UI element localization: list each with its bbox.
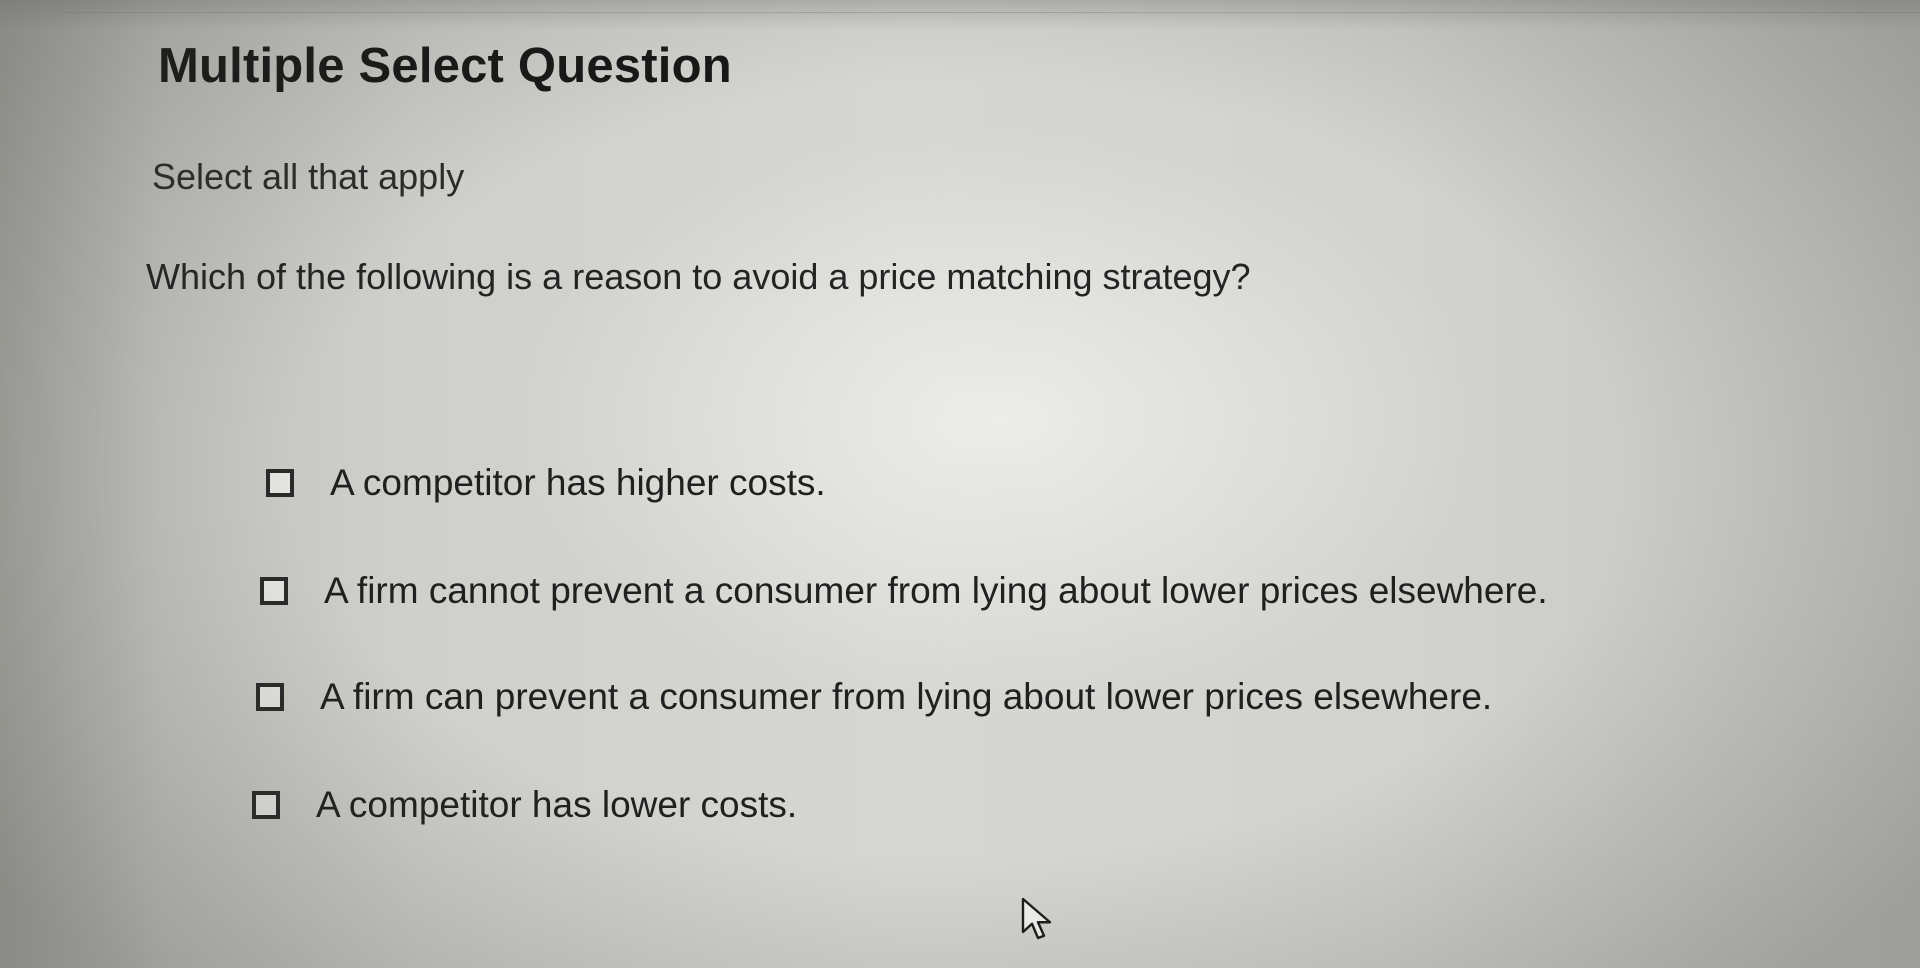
checkbox-icon[interactable] bbox=[260, 577, 288, 605]
answer-option-label: A competitor has higher costs. bbox=[330, 462, 826, 503]
answer-option-3[interactable]: A firm can prevent a consumer from lying… bbox=[256, 676, 1492, 718]
question-type-title: Multiple Select Question bbox=[158, 39, 732, 93]
answer-option-label: A firm can prevent a consumer from lying… bbox=[320, 676, 1493, 717]
answer-option-4[interactable]: A competitor has lower costs. bbox=[252, 784, 797, 826]
answer-option-2[interactable]: A firm cannot prevent a consumer from ly… bbox=[260, 570, 1548, 612]
answer-option-label: A firm cannot prevent a consumer from ly… bbox=[324, 570, 1548, 611]
answer-option-label: A competitor has lower costs. bbox=[316, 784, 798, 825]
question-card: Multiple Select Question Select all that… bbox=[0, 0, 1920, 968]
mouse-pointer-icon bbox=[1021, 897, 1052, 940]
checkbox-icon[interactable] bbox=[252, 791, 280, 819]
question-prompt: Which of the following is a reason to av… bbox=[146, 256, 1251, 297]
checkbox-icon[interactable] bbox=[256, 683, 284, 711]
instruction-text: Select all that apply bbox=[152, 156, 465, 197]
answer-option-1[interactable]: A competitor has higher costs. bbox=[266, 462, 826, 504]
checkbox-icon[interactable] bbox=[266, 469, 294, 497]
